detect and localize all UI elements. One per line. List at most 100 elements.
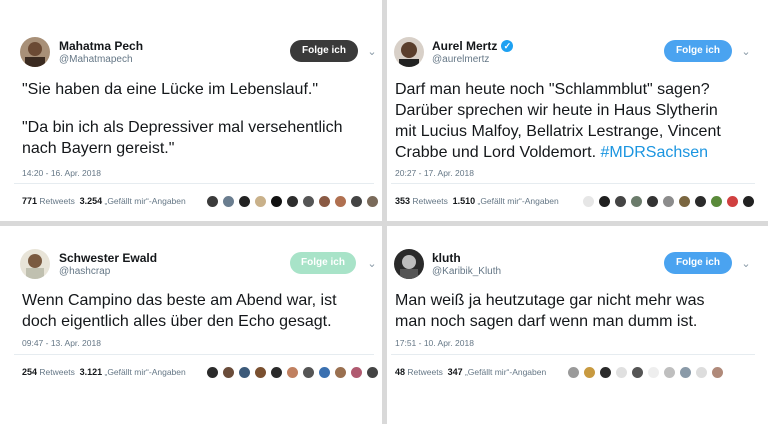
- liker-avatar[interactable]: [710, 195, 723, 208]
- liker-avatar[interactable]: [695, 366, 708, 379]
- likes-count[interactable]: 347: [448, 367, 463, 377]
- liker-avatar[interactable]: [270, 195, 283, 208]
- hashtag-link[interactable]: #MDRSachsen: [600, 144, 708, 161]
- retweets-count[interactable]: 254: [22, 367, 37, 377]
- avatar[interactable]: [20, 249, 50, 279]
- liker-avatar[interactable]: [238, 366, 251, 379]
- tweet-text-line: Darüber sprechen wir heute in Haus Slyth…: [395, 102, 718, 119]
- avatar[interactable]: [20, 37, 50, 67]
- tweet-datetime[interactable]: 20:27 - 17. Apr. 2018: [395, 168, 474, 178]
- liker-avatar[interactable]: [222, 195, 235, 208]
- liker-avatars: [582, 195, 755, 209]
- liker-avatar[interactable]: [318, 366, 331, 379]
- tweet-text-line: Darf man heute noch "Schlammblut" sagen?: [395, 81, 710, 98]
- tweet-text-line: mit Lucius Malfoy, Bellatrix Lestrange, …: [395, 123, 721, 140]
- liker-avatar[interactable]: [302, 195, 315, 208]
- liker-avatar[interactable]: [238, 195, 251, 208]
- user-handle[interactable]: @Mahatmapech: [59, 54, 133, 65]
- liker-avatar[interactable]: [630, 195, 643, 208]
- retweets-label[interactable]: Retweets: [39, 196, 74, 206]
- avatar[interactable]: [394, 249, 424, 279]
- display-name[interactable]: Aurel Mertz ✓: [432, 39, 514, 53]
- liker-avatar[interactable]: [350, 195, 363, 208]
- liker-avatar[interactable]: [679, 366, 692, 379]
- display-name[interactable]: Schwester Ewald: [59, 251, 157, 265]
- liker-avatar[interactable]: [254, 366, 267, 379]
- retweets-count[interactable]: 48: [395, 367, 405, 377]
- liker-avatars: [567, 366, 724, 380]
- liker-avatars: [206, 195, 379, 209]
- tweet-datetime[interactable]: 17:51 - 10. Apr. 2018: [395, 338, 474, 348]
- liker-avatar[interactable]: [726, 195, 739, 208]
- liker-avatar[interactable]: [302, 366, 315, 379]
- retweets-label[interactable]: Retweets: [407, 367, 442, 377]
- likes-count[interactable]: 1.510: [453, 196, 476, 206]
- liker-avatar[interactable]: [254, 195, 267, 208]
- separator: [391, 183, 755, 184]
- liker-avatar[interactable]: [742, 195, 755, 208]
- tweet-text-line: "Sie haben da eine Lücke im Lebenslauf.": [22, 81, 319, 98]
- liker-avatar[interactable]: [582, 195, 595, 208]
- chevron-down-icon[interactable]: ⌄: [366, 258, 378, 270]
- engagement-stats: 254 Retweets 3.121 „Gefällt mir“-Angaben: [22, 367, 186, 377]
- likes-label[interactable]: „Gefällt mir“-Angaben: [477, 196, 558, 206]
- likes-count[interactable]: 3.121: [80, 367, 103, 377]
- liker-avatar[interactable]: [286, 366, 299, 379]
- liker-avatar[interactable]: [598, 195, 611, 208]
- liker-avatar[interactable]: [334, 195, 347, 208]
- retweets-count[interactable]: 771: [22, 196, 37, 206]
- follow-button[interactable]: Folge ich: [290, 252, 356, 274]
- tweet-text-line: man noch sagen darf wenn man dumm ist.: [395, 313, 698, 330]
- follow-button[interactable]: Folge ich: [664, 40, 732, 62]
- follow-button[interactable]: Folge ich: [290, 40, 358, 62]
- separator: [391, 354, 755, 355]
- tweet-card: kluth @Karibik_Kluth Folge ich ⌄ Man wei…: [387, 226, 768, 424]
- retweets-label[interactable]: Retweets: [39, 367, 74, 377]
- liker-avatar[interactable]: [206, 195, 219, 208]
- user-handle[interactable]: @Karibik_Kluth: [432, 266, 501, 277]
- retweets-label[interactable]: Retweets: [412, 196, 447, 206]
- likes-count[interactable]: 3.254: [80, 196, 103, 206]
- liker-avatar[interactable]: [270, 366, 283, 379]
- chevron-down-icon[interactable]: ⌄: [366, 46, 378, 58]
- liker-avatar[interactable]: [662, 195, 675, 208]
- liker-avatar[interactable]: [711, 366, 724, 379]
- liker-avatar[interactable]: [614, 195, 627, 208]
- retweets-count[interactable]: 353: [395, 196, 410, 206]
- liker-avatar[interactable]: [615, 366, 628, 379]
- liker-avatar[interactable]: [366, 195, 379, 208]
- liker-avatar[interactable]: [646, 195, 659, 208]
- liker-avatar[interactable]: [567, 366, 580, 379]
- liker-avatar[interactable]: [647, 366, 660, 379]
- liker-avatar[interactable]: [599, 366, 612, 379]
- liker-avatar[interactable]: [318, 195, 331, 208]
- user-handle[interactable]: @aurelmertz: [432, 54, 489, 65]
- liker-avatar[interactable]: [222, 366, 235, 379]
- likes-label[interactable]: „Gefällt mir“-Angaben: [104, 196, 185, 206]
- liker-avatar[interactable]: [694, 195, 707, 208]
- display-name-text[interactable]: Aurel Mertz: [432, 39, 497, 53]
- likes-label[interactable]: „Gefällt mir“-Angaben: [465, 367, 546, 377]
- liker-avatar[interactable]: [678, 195, 691, 208]
- liker-avatar[interactable]: [350, 366, 363, 379]
- chevron-down-icon[interactable]: ⌄: [740, 46, 752, 58]
- liker-avatar[interactable]: [334, 366, 347, 379]
- tweet-datetime[interactable]: 14:20 - 16. Apr. 2018: [22, 168, 101, 178]
- tweet-card: Schwester Ewald @hashcrap Folge ich ⌄ We…: [0, 226, 382, 424]
- liker-avatar[interactable]: [583, 366, 596, 379]
- liker-avatar[interactable]: [631, 366, 644, 379]
- likes-label[interactable]: „Gefällt mir“-Angaben: [104, 367, 185, 377]
- follow-button[interactable]: Folge ich: [664, 252, 732, 274]
- liker-avatar[interactable]: [286, 195, 299, 208]
- liker-avatar[interactable]: [366, 366, 379, 379]
- display-name[interactable]: Mahatma Pech: [59, 39, 143, 53]
- liker-avatar[interactable]: [206, 366, 219, 379]
- liker-avatar[interactable]: [663, 366, 676, 379]
- avatar[interactable]: [394, 37, 424, 67]
- tweet-text-line: nach Bayern gereist.": [22, 140, 175, 157]
- tweet-datetime[interactable]: 09:47 - 13. Apr. 2018: [22, 338, 101, 348]
- tweet-text-fragment: Crabbe und Lord Voldemort.: [395, 144, 601, 161]
- user-handle[interactable]: @hashcrap: [59, 266, 110, 277]
- display-name[interactable]: kluth: [432, 251, 461, 265]
- chevron-down-icon[interactable]: ⌄: [740, 258, 752, 270]
